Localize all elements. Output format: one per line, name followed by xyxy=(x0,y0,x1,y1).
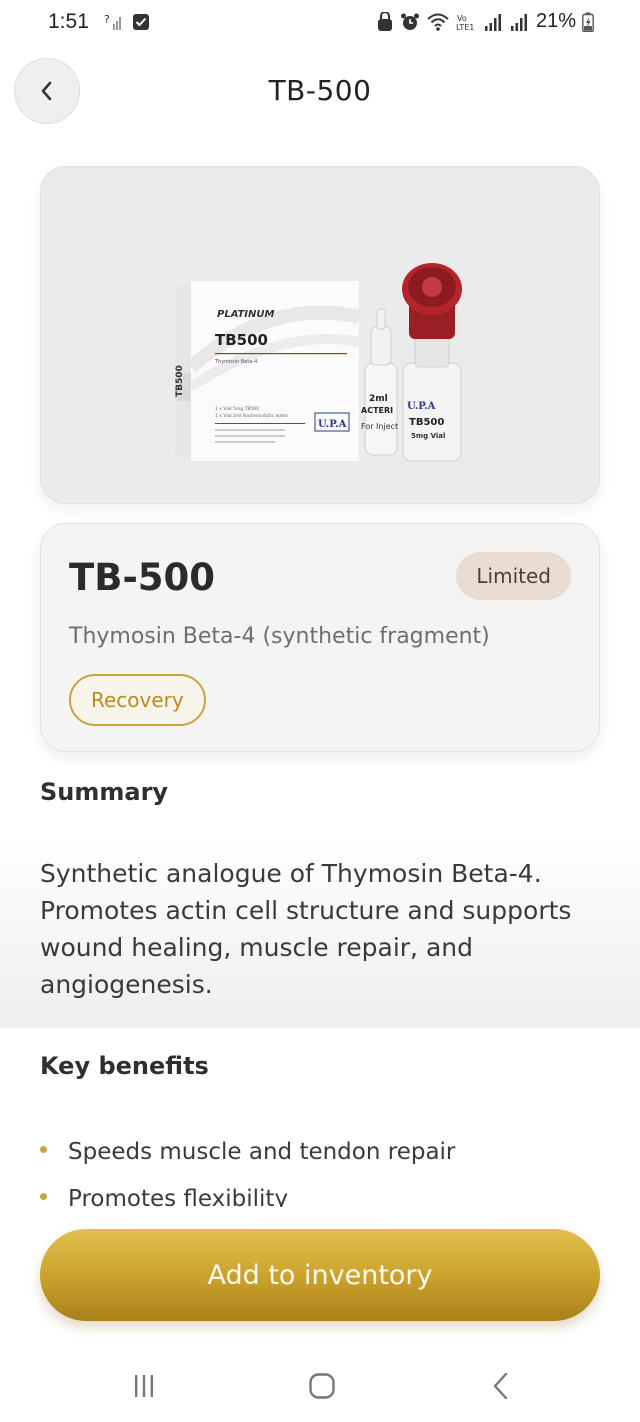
vial-name-label: TB500 xyxy=(409,417,444,428)
product-image-card: PLATINUM TB500 Thymosin Beta-4 1 x Vial … xyxy=(40,166,600,504)
product-info-card: TB-500 Limited Thymosin Beta-4 (syntheti… xyxy=(40,523,600,752)
summary-text: Synthetic analogue of Thymosin Beta-4. P… xyxy=(40,859,572,999)
box-line1-label: 1 x Vial 5mg TB500 xyxy=(215,406,259,412)
product-image: PLATINUM TB500 Thymosin Beta-4 1 x Vial … xyxy=(175,263,462,462)
list-item: Speeds muscle and tendon repair xyxy=(40,1128,455,1175)
signal-unknown-icon: ? xyxy=(104,13,121,30)
battery-percent: 21% xyxy=(535,10,576,32)
category-tag[interactable]: Recovery xyxy=(69,674,206,726)
nav-back-button[interactable] xyxy=(480,1364,524,1408)
vial-dose-label: 5mg Vial xyxy=(411,432,445,440)
signal-bars-icon xyxy=(510,13,527,31)
system-nav-bar xyxy=(0,1350,640,1422)
svg-text:LTE1: LTE1 xyxy=(456,23,474,32)
status-time: 1:51 xyxy=(48,10,89,33)
status-bar: 1:51 ? Vo LTE1 21% xyxy=(0,0,640,48)
home-icon xyxy=(309,1373,335,1399)
volte-icon: Vo LTE1 xyxy=(456,14,474,32)
box-name-label: TB500 xyxy=(215,331,268,349)
add-to-inventory-button[interactable]: Add to inventory xyxy=(40,1229,600,1321)
product-subtitle: Thymosin Beta-4 (synthetic fragment) xyxy=(69,624,490,649)
bullet-icon xyxy=(40,1146,47,1153)
ampoule-use-label: For Inject xyxy=(361,422,398,431)
box-side-label: TB500 xyxy=(175,365,185,397)
product-name: TB-500 xyxy=(69,556,216,599)
vial-logo: U.P.A xyxy=(407,401,436,412)
benefit-text: Speeds muscle and tendon repair xyxy=(68,1138,456,1165)
availability-badge: Limited xyxy=(456,552,571,600)
benefits-heading: Key benefits xyxy=(40,1052,209,1080)
checkbox-notification-icon xyxy=(133,14,149,30)
summary-heading: Summary xyxy=(40,778,169,806)
svg-text:Vo: Vo xyxy=(457,14,467,23)
signal-bars-icon xyxy=(484,13,501,31)
page-title: TB-500 xyxy=(268,74,372,107)
alarm-lock-icon xyxy=(377,11,392,31)
svg-text:?: ? xyxy=(104,13,110,26)
recent-apps-button[interactable] xyxy=(122,1364,166,1408)
alarm-icon xyxy=(400,13,419,30)
box-brand-label: PLATINUM xyxy=(217,309,275,320)
ampoule-size-label: 2ml xyxy=(369,394,388,404)
battery-charging-icon xyxy=(582,12,594,32)
recent-apps-icon xyxy=(135,1375,153,1397)
box-logo: U.P.A xyxy=(318,419,347,430)
bullet-icon xyxy=(40,1193,47,1200)
home-button[interactable] xyxy=(300,1364,344,1408)
back-icon xyxy=(493,1372,508,1400)
box-line2-label: 1 x Vial 2ml Bacteriostatic water xyxy=(215,413,288,419)
wifi-icon xyxy=(427,13,449,31)
ampoule-type-label: ACTERI xyxy=(361,406,393,415)
box-sub-label: Thymosin Beta-4 xyxy=(214,359,257,365)
